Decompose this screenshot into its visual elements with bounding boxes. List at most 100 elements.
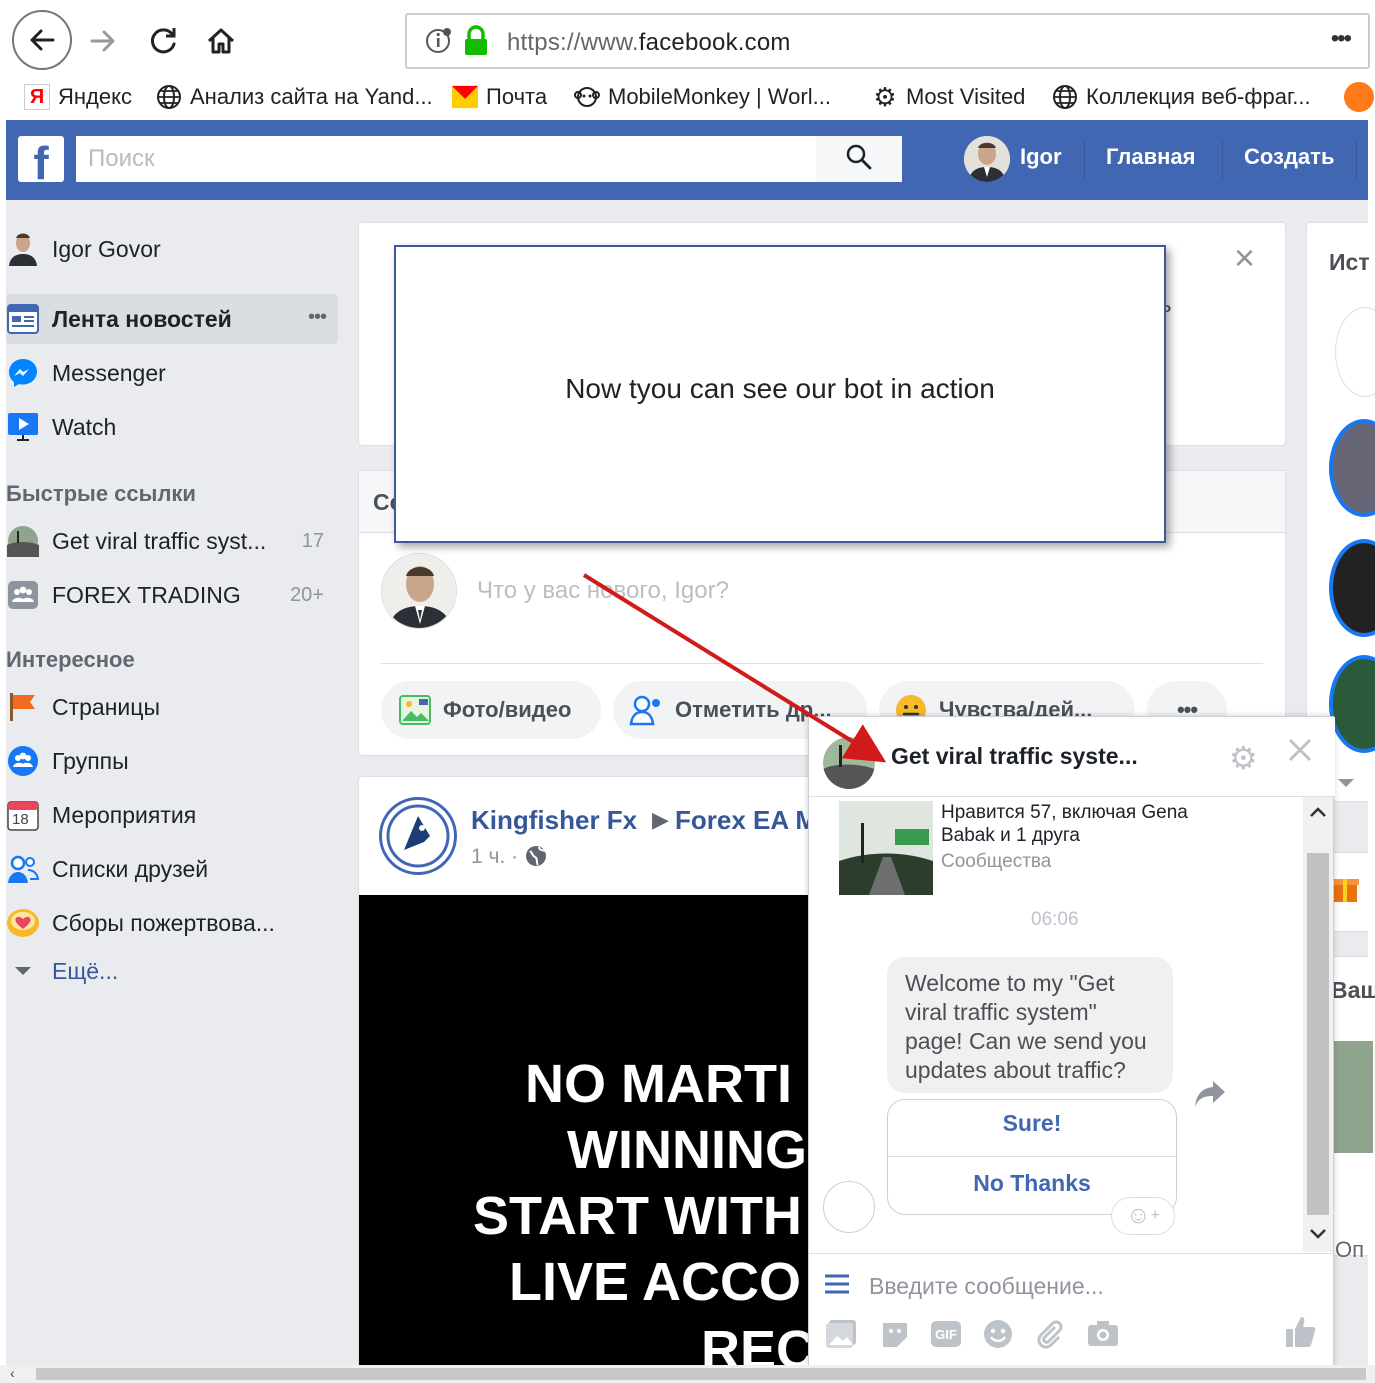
post-target-link[interactable]: Forex EA M [675,805,817,836]
message-timestamp: 06:06 [1031,909,1079,930]
url-text: https://www.facebook.com [507,29,791,56]
groups-icon [6,744,40,778]
bookmark-yandex-analysis[interactable]: Анализ сайта на Yand... [156,84,433,110]
post-image-text-line: WINNING [567,1120,807,1180]
avatar [6,232,40,266]
chevron-left-icon[interactable]: ‹ [10,1365,15,1381]
bookmark-most-visited[interactable]: ⚙ Most Visited [872,81,1025,112]
post-image-text-line: START WITH [473,1186,802,1246]
chat-title[interactable]: Get viral traffic syste... [891,743,1138,770]
info-icon[interactable] [425,27,453,60]
message-input[interactable]: Введите сообщение... [869,1273,1104,1300]
mail-icon [452,84,478,110]
quick-reply-no-thanks-button[interactable]: No Thanks [888,1170,1176,1197]
sidebar-item-fundraisers[interactable]: Сборы пожертвова... [6,898,338,948]
gear-icon: ⚙ [873,81,897,112]
sidebar-item-news-feed[interactable]: Лента новостей ••• [6,294,338,344]
close-icon[interactable] [1285,735,1315,770]
story-thumbnail[interactable] [1329,419,1375,517]
camera-icon[interactable] [1087,1319,1119,1352]
sidebar-item-pages[interactable]: Страницы [6,682,338,732]
annotation-text: Now tyou can see our bot in action [565,373,995,404]
sidebar-profile[interactable]: Igor Govor [6,224,338,274]
scroll-thumb[interactable] [1307,853,1329,1215]
gif-icon[interactable]: GIF [931,1321,961,1347]
like-thumb-icon[interactable] [1285,1315,1317,1354]
chat-header[interactable]: Get viral traffic syste... ⚙ [809,717,1335,797]
sidebar-item-watch[interactable]: Watch [6,402,338,452]
monkey-icon [574,84,600,110]
notification-count: 17 [301,529,324,552]
home-icon[interactable] [192,12,250,70]
sidebar-item-friend-lists[interactable]: Списки друзей [6,844,338,894]
bookmark-yandex[interactable]: Я Яндекс [24,84,132,110]
chat-scrollbar[interactable] [1303,797,1333,1252]
page-category: Сообщества [941,851,1052,872]
share-arrow-icon[interactable] [1193,1079,1227,1114]
quick-reply-sure-button[interactable]: Sure! [888,1110,1176,1137]
close-icon[interactable]: × [1234,237,1255,279]
emoji-icon[interactable] [983,1319,1013,1354]
avatar [823,737,875,789]
add-reaction-icon[interactable]: ☺ + [1111,1197,1175,1235]
page-cover-thumbnail[interactable] [839,801,933,895]
chevron-down-icon[interactable] [1309,1227,1327,1245]
menu-icon[interactable] [823,1273,851,1300]
globe-icon [525,845,547,872]
gear-icon[interactable]: ⚙ [1229,739,1258,777]
sidebar-item-shortcut[interactable]: Get viral traffic syst... 17 [6,516,338,566]
attachment-icon[interactable] [1035,1319,1065,1354]
bot-message-bubble: Welcome to my "Get viral traffic system"… [887,957,1173,1093]
sidebar-item-messenger[interactable]: Messenger [6,348,338,398]
story-thumbnail[interactable] [1329,539,1375,637]
divider [381,663,1263,664]
address-bar[interactable]: https://www.facebook.com ••• [405,13,1370,69]
story-thumbnail[interactable] [1329,655,1375,753]
notification-count: 20+ [290,583,324,606]
more-options-icon[interactable]: ••• [308,306,327,329]
browser-toolbar: https://www.facebook.com ••• [0,0,1375,76]
header-divider [1222,140,1223,180]
firefox-icon[interactable] [1344,82,1374,112]
chevron-up-icon[interactable] [1309,805,1327,823]
stories-heading: Ист [1329,249,1370,275]
triangle-right-icon: ▶ [652,807,669,832]
composer-placeholder[interactable]: Что у вас нового, Igor? [477,577,729,605]
post-author-link[interactable]: Kingfisher Fx [471,805,637,836]
page-thumbnail[interactable] [1333,1041,1373,1153]
news-feed-icon [6,302,40,336]
globe-icon [1052,84,1078,110]
photo-icon [399,695,431,725]
bookmark-web-collection[interactable]: Коллекция веб-фраг... [1052,84,1311,110]
post-timestamp[interactable]: 1 ч. · [471,845,518,869]
sidebar-item-shortcut[interactable]: FOREX TRADING 20+ [6,570,338,620]
page-actions-menu[interactable]: ••• [1331,25,1352,53]
annotation-box: Now tyou can see our bot in action [394,245,1166,543]
forward-arrow-icon[interactable] [74,12,132,70]
avatar[interactable] [964,136,1010,182]
sidebar-item-groups[interactable]: Группы [6,736,338,786]
header-divider [1356,140,1357,180]
reload-icon[interactable] [134,12,192,70]
sticker-icon[interactable] [879,1319,911,1354]
flag-icon [6,690,40,724]
bookmark-mobilemonkey[interactable]: MobileMonkey | Worl... [574,84,831,110]
search-input[interactable] [76,136,816,182]
facebook-logo-icon[interactable]: f [18,136,64,182]
home-link[interactable]: Главная [1106,144,1195,170]
explore-heading: Интересное [6,647,135,672]
create-link[interactable]: Создать [1244,144,1334,170]
photo-video-button[interactable]: Фото/видео [381,681,601,739]
header-divider [1084,140,1085,180]
scroll-thumb[interactable] [36,1368,1366,1380]
profile-link[interactable]: Igor [1020,144,1062,170]
add-story-button[interactable] [1335,307,1375,397]
chevron-down-icon[interactable] [1337,775,1355,793]
search-button[interactable] [816,136,902,182]
sidebar-item-events[interactable]: 18 Мероприятия [6,790,338,840]
sidebar-more-link[interactable]: Ещё... [6,946,338,996]
bookmark-mail[interactable]: Почта [452,84,547,110]
page-avatar[interactable] [379,797,457,875]
back-arrow-icon[interactable] [12,10,72,70]
image-icon[interactable] [825,1319,857,1354]
